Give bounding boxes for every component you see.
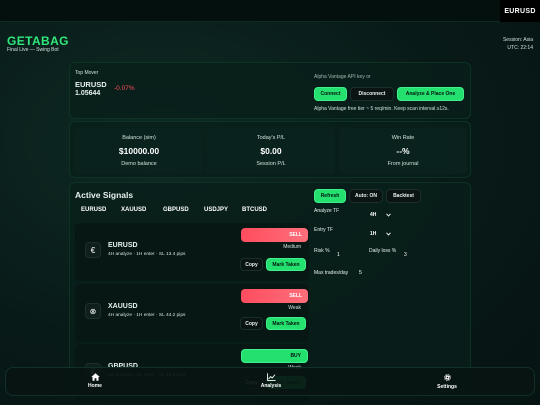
balance-stat: Balance (sim) $10000.00 Demo balance — [75, 128, 203, 174]
signal-confidence: Medium — [283, 244, 301, 250]
api-note: Alpha Vantage free tier ~ 5 req/min. Kee… — [314, 106, 449, 112]
signal-meta: 4H analyze · 1H enter · SL 13.4 pips — [108, 252, 186, 257]
winrate-title: Win Rate — [391, 135, 415, 141]
copy-button[interactable]: Copy — [240, 317, 263, 330]
home-icon — [90, 373, 100, 381]
balance-value: $10000.00 — [118, 146, 160, 156]
signal-side-badge: SELL — [241, 228, 308, 242]
auto-toggle[interactable]: Auto: ON — [349, 189, 383, 203]
daily-loss-label: Daily loss % — [369, 248, 397, 254]
winrate-sub: From journal — [387, 161, 419, 167]
pl-sub: Session P/L — [256, 161, 286, 167]
top-mover-card: Top Mover EURUSD 1.05644 -0.07% Connect … — [69, 62, 471, 119]
utc-time: UTC: 22:14 — [507, 45, 533, 51]
tab-eurusd[interactable]: EURUSD — [81, 207, 106, 213]
ticker-button[interactable]: EURUSD — [500, 0, 540, 22]
entry-tf-value: 1H — [370, 231, 377, 237]
euro-icon: € — [85, 242, 101, 258]
signals-card: Active Signals EURUSD XAUUSD GBPUSD USDJ… — [69, 182, 471, 402]
signal-pair: XAUUSD — [108, 303, 138, 310]
chevron-down-icon — [386, 213, 391, 217]
nav-settings[interactable]: Settings — [427, 373, 467, 390]
disconnect-button[interactable]: Disconnect — [350, 87, 394, 101]
daily-loss-input[interactable]: 3 — [404, 252, 407, 258]
gear-icon — [443, 374, 451, 381]
top-mover-change: -0.07% — [114, 85, 135, 92]
nav-home[interactable]: Home — [75, 373, 115, 389]
winrate-value: --% — [396, 146, 410, 156]
analyze-tf-select[interactable]: 4H — [367, 211, 393, 220]
nav-settings-label: Settings — [437, 384, 457, 390]
chevron-down-icon — [386, 232, 391, 236]
app-subtitle: Final Live — Swing Bot — [7, 47, 59, 53]
app-title: GETABAG — [7, 34, 69, 48]
nav-analysis-label: Analysis — [260, 383, 282, 389]
top-bar: EURUSD — [0, 0, 540, 22]
balance-sub: Demo balance — [121, 161, 157, 167]
top-mover-price: 1.05644 — [75, 90, 101, 97]
winrate-stat: Win Rate --% From journal — [339, 128, 467, 174]
api-key-input[interactable] — [314, 71, 464, 83]
balance-title: Balance (sim) — [122, 135, 156, 141]
stats-card: Balance (sim) $10000.00 Demo balance Tod… — [69, 121, 471, 178]
tab-xauusd[interactable]: XAUUSD — [121, 207, 146, 213]
signal-pair: EURUSD — [108, 242, 138, 249]
analyze-place-button[interactable]: Analyze & Place One — [397, 87, 464, 101]
tab-usdjpy[interactable]: USDJPY — [204, 207, 228, 213]
signal-confidence: Weak — [288, 305, 301, 311]
tab-gbpusd[interactable]: GBPUSD — [163, 207, 189, 213]
entry-tf-label: Entry TF — [314, 227, 334, 233]
pl-stat: Today's P/L $0.00 Session P/L — [207, 128, 335, 174]
signal-row: € EURUSD 4H analyze · 1H enter · SL 13.4… — [75, 223, 309, 281]
signal-row: ⊗ XAUUSD 4H analyze · 1H enter · SL 44.2… — [75, 284, 309, 342]
pl-value: $0.00 — [260, 146, 282, 156]
analyze-tf-label: Analyze TF — [314, 208, 340, 214]
chart-icon — [266, 373, 276, 381]
session-label: Session: Asia — [502, 37, 533, 43]
nav-home-label: Home — [88, 383, 102, 389]
risk-label: Risk % — [314, 248, 330, 254]
max-trades-input[interactable]: 5 — [359, 270, 362, 276]
entry-tf-select[interactable]: 1H — [367, 230, 393, 239]
risk-input[interactable]: 1 — [337, 252, 340, 258]
session-info: Session: Asia UTC: 22:14 — [503, 36, 533, 52]
mark-taken-button[interactable]: Mark Taken — [266, 258, 306, 271]
gold-icon: ⊗ — [85, 303, 101, 319]
signal-side-badge: BUY — [241, 349, 308, 363]
refresh-button[interactable]: Refresh — [314, 189, 346, 203]
max-trades-label: Max trades/day — [314, 270, 349, 276]
signal-side-badge: SELL — [241, 289, 308, 303]
top-mover-pair: EURUSD — [75, 80, 107, 89]
tab-btcusd[interactable]: BTCUSD — [242, 207, 267, 213]
mark-taken-button[interactable]: Mark Taken — [266, 317, 306, 330]
connect-button[interactable]: Connect — [314, 87, 347, 101]
pl-title: Today's P/L — [256, 135, 286, 141]
nav-analysis[interactable]: Analysis — [251, 373, 291, 389]
bottom-nav: Home Analysis Settings — [5, 367, 535, 396]
analyze-tf-value: 4H — [370, 212, 377, 218]
signal-meta: 4H analyze · 1H enter · SL 44.2 pips — [108, 313, 186, 318]
copy-button[interactable]: Copy — [240, 258, 263, 271]
top-mover-label: Top Mover — [75, 70, 99, 76]
backtest-button[interactable]: Backtest — [386, 189, 421, 203]
signals-title: Active Signals — [75, 190, 134, 200]
